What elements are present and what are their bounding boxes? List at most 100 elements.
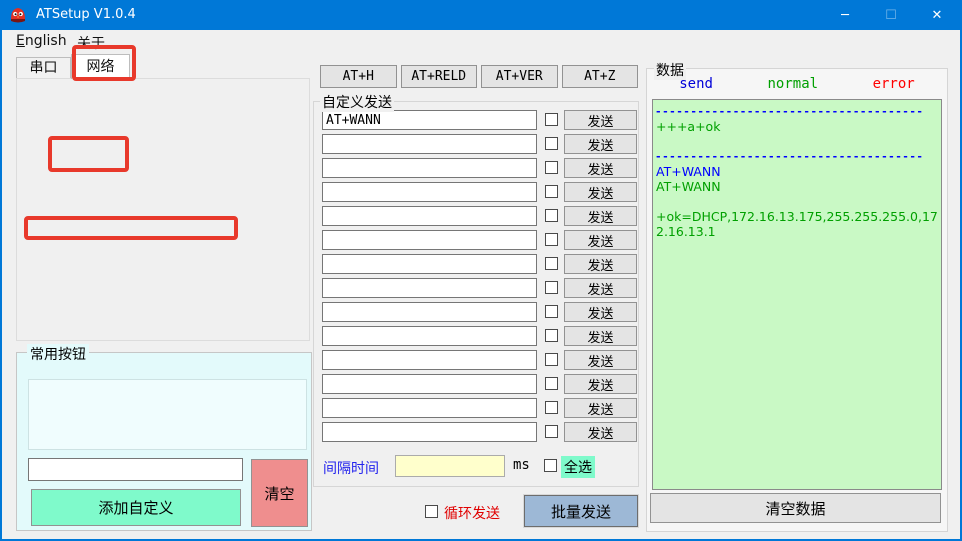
row-checkbox[interactable] xyxy=(545,185,558,198)
row-checkbox[interactable] xyxy=(545,377,558,390)
row-checkbox[interactable] xyxy=(545,329,558,342)
custom-send-row: 发送 xyxy=(322,278,638,300)
send-button[interactable]: 发送 xyxy=(564,326,637,346)
command-input[interactable] xyxy=(322,182,537,202)
log-legend: sendnormalerror xyxy=(652,76,942,92)
send-button[interactable]: 发送 xyxy=(564,230,637,250)
log-line: AT+WANN xyxy=(656,164,938,179)
data-log[interactable]: --------------------------------------++… xyxy=(652,99,942,490)
menu-item-english[interactable]: English xyxy=(16,33,67,49)
quick-buttons-row: AT+HAT+RELDAT+VERAT+Z xyxy=(320,65,638,88)
row-checkbox[interactable] xyxy=(545,113,558,126)
send-button[interactable]: 发送 xyxy=(564,278,637,298)
send-button[interactable]: 发送 xyxy=(564,398,637,418)
custom-send-row: 发送 xyxy=(322,422,638,444)
log-line: -------------------------------------- xyxy=(656,104,938,119)
clear-button[interactable]: 清空 xyxy=(251,459,308,527)
command-input[interactable] xyxy=(322,374,537,394)
send-button[interactable]: 发送 xyxy=(564,206,637,226)
row-checkbox[interactable] xyxy=(545,257,558,270)
command-input[interactable] xyxy=(322,254,537,274)
command-input[interactable] xyxy=(322,326,537,346)
row-checkbox[interactable] xyxy=(545,281,558,294)
custom-name-input[interactable] xyxy=(28,458,243,481)
send-button[interactable]: 发送 xyxy=(564,158,637,178)
custom-send-row: 发送 xyxy=(322,398,638,420)
network-tab-page xyxy=(16,78,310,341)
command-input[interactable] xyxy=(322,302,537,322)
custom-send-rows: AT+WANN 发送 发送 发送 发送 xyxy=(322,110,638,446)
batch-send-button[interactable]: 批量发送 xyxy=(524,495,638,527)
custom-send-row: 发送 xyxy=(322,206,638,228)
row-checkbox[interactable] xyxy=(545,233,558,246)
row-checkbox[interactable] xyxy=(545,209,558,222)
quick-at-button[interactable]: AT+VER xyxy=(481,65,558,88)
close-button[interactable]: ✕ xyxy=(914,0,960,30)
minimize-button[interactable]: ─ xyxy=(822,0,868,30)
menu-bar: English 关于 xyxy=(0,30,958,54)
custom-send-row: 发送 xyxy=(322,302,638,324)
row-checkbox[interactable] xyxy=(545,425,558,438)
quick-at-button[interactable]: AT+RELD xyxy=(401,65,478,88)
send-button[interactable]: 发送 xyxy=(564,110,637,130)
row-checkbox[interactable] xyxy=(545,353,558,366)
command-input[interactable] xyxy=(322,206,537,226)
send-button[interactable]: 发送 xyxy=(564,350,637,370)
row-checkbox[interactable] xyxy=(545,137,558,150)
menu-item-about[interactable]: 关于 xyxy=(77,33,105,53)
command-input[interactable] xyxy=(322,158,537,178)
clear-data-button[interactable]: 清空数据 xyxy=(650,493,941,523)
loop-send-checkbox[interactable] xyxy=(425,505,438,518)
common-buttons-list[interactable] xyxy=(28,379,307,450)
command-input[interactable]: AT+WANN xyxy=(322,110,537,130)
send-button[interactable]: 发送 xyxy=(564,302,637,322)
log-line: +ok=DHCP,172.16.13.175,255.255.255.0,172… xyxy=(656,209,938,239)
tab-network[interactable]: 网络 xyxy=(71,54,130,79)
quick-at-button[interactable]: AT+Z xyxy=(562,65,639,88)
custom-send-title: 自定义发送 xyxy=(320,92,394,112)
log-line: +++a+ok xyxy=(656,119,938,134)
custom-send-row: 发送 xyxy=(322,326,638,348)
command-input[interactable] xyxy=(322,422,537,442)
interval-input[interactable] xyxy=(395,455,505,477)
common-buttons-title: 常用按钮 xyxy=(27,344,89,364)
add-custom-button[interactable]: 添加自定义 xyxy=(31,489,241,526)
legend-entry: normal xyxy=(767,76,818,92)
quick-at-button[interactable]: AT+H xyxy=(320,65,397,88)
send-button[interactable]: 发送 xyxy=(564,134,637,154)
select-all-checkbox[interactable] xyxy=(544,459,557,472)
row-checkbox[interactable] xyxy=(545,161,558,174)
command-input[interactable] xyxy=(322,278,537,298)
log-line: AT+WANN xyxy=(656,179,938,194)
data-panel-title: 数据 xyxy=(654,60,686,80)
send-button[interactable]: 发送 xyxy=(564,374,637,394)
custom-send-row: 发送 xyxy=(322,374,638,396)
command-input[interactable] xyxy=(322,134,537,154)
app-window: ATSetup V1.0.4 ─ ☐ ✕ English 关于 串口 网络 端口… xyxy=(0,0,962,541)
maximize-button[interactable]: ☐ xyxy=(868,0,914,30)
send-button[interactable]: 发送 xyxy=(564,182,637,202)
tab-serial[interactable]: 串口 xyxy=(16,57,71,79)
custom-send-row: AT+WANN 发送 xyxy=(322,110,638,132)
interval-unit-label: ms xyxy=(513,457,530,473)
interval-label: 间隔时间 xyxy=(323,458,379,478)
title-bar[interactable]: ATSetup V1.0.4 ─ ☐ ✕ xyxy=(0,0,962,30)
command-input[interactable] xyxy=(322,398,537,418)
send-button[interactable]: 发送 xyxy=(564,422,637,442)
command-input[interactable] xyxy=(322,230,537,250)
custom-send-row: 发送 xyxy=(322,254,638,276)
row-checkbox[interactable] xyxy=(545,401,558,414)
window-title: ATSetup V1.0.4 xyxy=(36,7,136,22)
legend-entry: error xyxy=(873,76,915,92)
log-line: -------------------------------------- xyxy=(656,149,938,164)
loop-send-label[interactable]: 循环发送 xyxy=(444,503,500,523)
select-all-label[interactable]: 全选 xyxy=(561,456,595,478)
custom-send-row: 发送 xyxy=(322,134,638,156)
send-button[interactable]: 发送 xyxy=(564,254,637,274)
row-checkbox[interactable] xyxy=(545,305,558,318)
log-line xyxy=(656,194,938,209)
custom-send-row: 发送 xyxy=(322,230,638,252)
custom-send-row: 发送 xyxy=(322,158,638,180)
custom-send-row: 发送 xyxy=(322,350,638,372)
command-input[interactable] xyxy=(322,350,537,370)
